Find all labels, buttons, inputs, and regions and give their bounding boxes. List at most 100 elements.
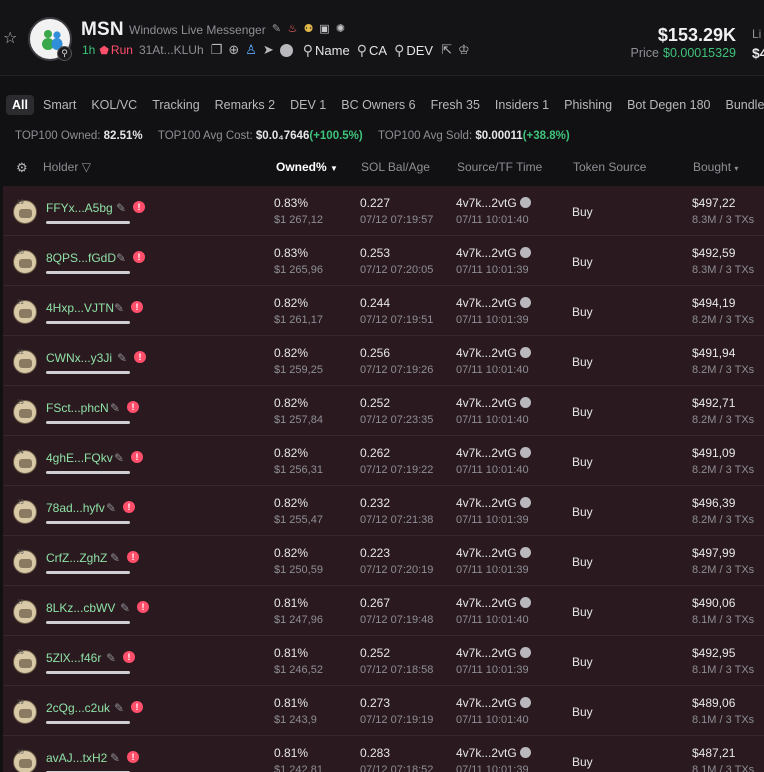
holder-address[interactable]: 4Hxp...VJTN (46, 301, 114, 315)
holder-address[interactable]: 2cQg...c2uk (46, 701, 110, 715)
table-row[interactable]: 25 78ad...hyfv ✎! 0.82% $1 255,47 0.232 07/12 … (3, 486, 764, 536)
alert-icon[interactable]: ! (127, 751, 139, 763)
column-source-tf-time[interactable]: Source/TF Time (457, 160, 542, 174)
holder-address[interactable]: 8LKz...cbWV (46, 601, 115, 615)
table-row[interactable]: 27 8LKz...cbWV ✎! 0.81% $1 247,96 0.267 07/12 … (3, 586, 764, 636)
edit-icon[interactable]: ✎ (270, 22, 283, 36)
edit-remark-icon[interactable]: ✎ (110, 401, 120, 415)
alert-icon[interactable]: ! (123, 651, 135, 663)
edit-remark-icon[interactable]: ✎ (114, 701, 124, 715)
telegram-icon[interactable]: ➤ (263, 43, 274, 57)
avatar[interactable]: 24 (13, 450, 37, 474)
funding-source[interactable]: 4v7k...2vtG (456, 696, 531, 710)
edit-remark-icon[interactable]: ✎ (116, 251, 126, 265)
funding-source[interactable]: 4v7k...2vtG (456, 296, 531, 310)
tab-all[interactable]: All (6, 95, 34, 115)
funding-source[interactable]: 4v7k...2vtG (456, 546, 531, 560)
table-row[interactable]: 24 4ghE...FQkv ✎! 0.82% $1 256,31 0.262 07/12 … (3, 436, 764, 486)
tab-bc-owners[interactable]: BC Owners 6 (335, 95, 421, 115)
column-sol-bal-age[interactable]: SOL Bal/Age (361, 160, 430, 174)
edit-remark-icon[interactable]: ✎ (116, 201, 126, 215)
tab-kol-vc[interactable]: KOL/VC (85, 95, 143, 115)
alert-icon[interactable]: ! (133, 251, 145, 263)
avatar[interactable]: 23 (13, 400, 37, 424)
funnel-icon[interactable]: ▽ (82, 160, 91, 174)
alert-icon[interactable]: ! (127, 551, 139, 563)
avatar[interactable]: 22 (13, 350, 37, 374)
edit-remark-icon[interactable]: ✎ (110, 751, 120, 765)
search-name-button[interactable]: ⚲ Name (303, 42, 350, 59)
table-row[interactable]: 23 FSct...phcN ✎! 0.82% $1 257,84 0.252 07/12 … (3, 386, 764, 436)
edit-remark-icon[interactable]: ✎ (120, 601, 130, 615)
copy-icon[interactable]: ❐ (211, 43, 223, 57)
holder-address[interactable]: 5ZlX...f46r (46, 651, 101, 665)
alert-icon[interactable]: ! (127, 401, 139, 413)
tab-insiders[interactable]: Insiders 1 (489, 95, 555, 115)
search-ca-button[interactable]: ⚲ CA (357, 42, 387, 59)
contract-address[interactable]: 31At...KLUh (139, 43, 204, 57)
holder-address[interactable]: avAJ...txH2 (46, 751, 107, 765)
column-token-source[interactable]: Token Source (573, 160, 646, 174)
tab-tracking[interactable]: Tracking (146, 95, 205, 115)
column-holder[interactable]: Holder ▽ (43, 160, 91, 174)
alert-icon[interactable]: ! (131, 701, 143, 713)
edit-remark-icon[interactable]: ✎ (117, 351, 127, 365)
edit-remark-icon[interactable]: ✎ (114, 451, 124, 465)
holder-address[interactable]: 8QPS...fGdD (46, 251, 116, 265)
funding-source[interactable]: 4v7k...2vtG (456, 396, 531, 410)
column-owned[interactable]: Owned% ▼ (276, 160, 338, 174)
table-row[interactable]: 28 5ZlX...f46r ✎! 0.81% $1 246,52 0.252 07/12 … (3, 636, 764, 686)
holder-address[interactable]: 78ad...hyfv (46, 501, 105, 515)
tab-fresh[interactable]: Fresh 35 (425, 95, 486, 115)
tab-remarks[interactable]: Remarks 2 (209, 95, 281, 115)
avatar[interactable]: 19 (13, 200, 37, 224)
globe-icon[interactable]: ⊕ (228, 43, 239, 57)
holder-address[interactable]: FFYx...A5bg (46, 201, 113, 215)
alert-icon[interactable]: ! (131, 451, 143, 463)
avatar[interactable]: 26 (13, 550, 37, 574)
alert-icon[interactable]: ! (133, 201, 145, 213)
crown-icon[interactable]: ♔ (458, 43, 470, 57)
tab-smart[interactable]: Smart (37, 95, 82, 115)
avatar[interactable]: 27 (13, 600, 37, 624)
tab-phishing[interactable]: Phishing (558, 95, 618, 115)
avatar[interactable]: 21 (13, 300, 37, 324)
tab-bot-degen[interactable]: Bot Degen 180 (621, 95, 716, 115)
column-bought[interactable]: Bought ▾ (693, 160, 738, 174)
table-row[interactable]: 22 CWNx...y3Ji ✎! 0.82% $1 259,25 0.256 07/12 … (3, 336, 764, 386)
funding-source[interactable]: 4v7k...2vtG (456, 246, 531, 260)
filter-settings-icon[interactable]: ⚙ (16, 160, 28, 176)
table-row[interactable]: 26 CrfZ...ZghZ ✎! 0.82% $1 250,59 0.223 07/12 … (3, 536, 764, 586)
funding-source[interactable]: 4v7k...2vtG (456, 196, 531, 210)
funding-source[interactable]: 4v7k...2vtG (456, 446, 531, 460)
edit-remark-icon[interactable]: ✎ (114, 301, 124, 315)
funding-source[interactable]: 4v7k...2vtG (456, 496, 531, 510)
alert-icon[interactable]: ! (137, 601, 149, 613)
table-row[interactable]: 21 4Hxp...VJTN ✎! 0.82% $1 261,17 0.244 07/12 … (3, 286, 764, 336)
tab-bundler[interactable]: Bundler 23 (719, 95, 764, 115)
holder-address[interactable]: CWNx...y3Ji (46, 351, 112, 365)
share-icon[interactable]: ⇱ (441, 43, 452, 57)
funding-source[interactable]: 4v7k...2vtG (456, 346, 531, 360)
table-row[interactable]: 19 FFYx...A5bg ✎! 0.83% $1 267,12 0.227 07/12 … (3, 186, 764, 236)
funding-source[interactable]: 4v7k...2vtG (456, 746, 531, 760)
alert-icon[interactable]: ! (134, 351, 146, 363)
holder-address[interactable]: 4ghE...FQkv (46, 451, 113, 465)
edit-remark-icon[interactable]: ✎ (106, 651, 116, 665)
search-dev-button[interactable]: ⚲ DEV (394, 42, 433, 59)
avatar[interactable]: 20 (13, 250, 37, 274)
alert-icon[interactable]: ! (123, 501, 135, 513)
alert-icon[interactable]: ! (131, 301, 143, 313)
edit-remark-icon[interactable]: ✎ (110, 551, 120, 565)
avatar[interactable]: 30 (13, 750, 37, 772)
twitter-icon[interactable] (279, 43, 293, 57)
star-icon[interactable]: ☆ (3, 31, 19, 47)
avatar[interactable]: 29 (13, 700, 37, 724)
table-row[interactable]: 20 8QPS...fGdD ✎! 0.83% $1 265,96 0.253 07/12 … (3, 236, 764, 286)
avatar[interactable]: 25 (13, 500, 37, 524)
holder-address[interactable]: CrfZ...ZghZ (46, 551, 107, 565)
holder-address[interactable]: FSct...phcN (46, 401, 109, 415)
tab-dev[interactable]: DEV 1 (284, 95, 332, 115)
table-row[interactable]: 30 avAJ...txH2 ✎! 0.81% $1 242,81 0.283 07/12 … (3, 736, 764, 772)
funding-source[interactable]: 4v7k...2vtG (456, 596, 531, 610)
